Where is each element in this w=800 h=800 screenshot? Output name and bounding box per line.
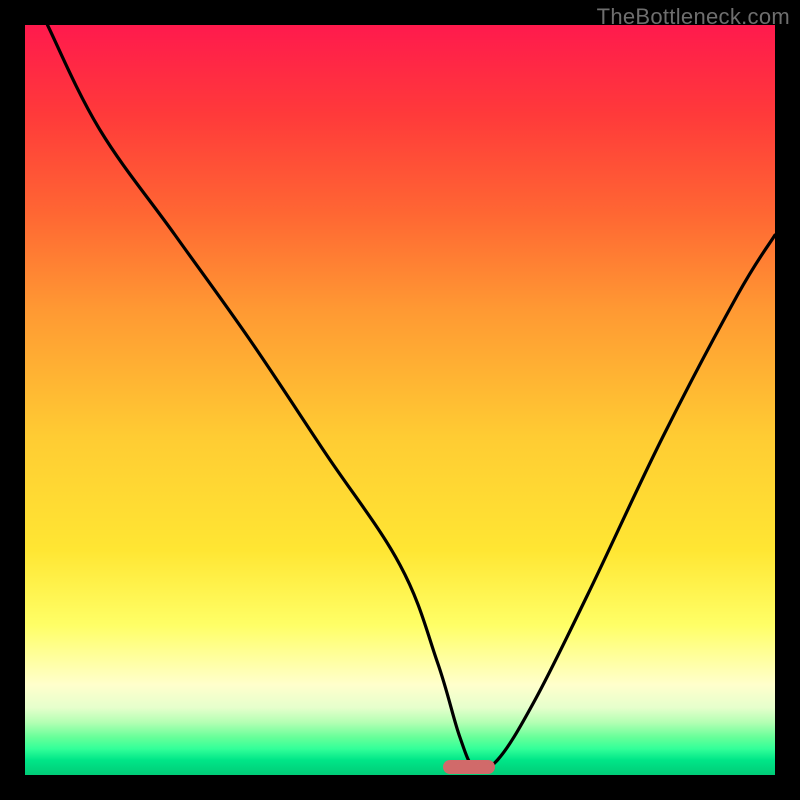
optimal-marker bbox=[443, 760, 495, 774]
gradient-background bbox=[25, 25, 775, 775]
chart-container: TheBottleneck.com bbox=[0, 0, 800, 800]
plot-area bbox=[25, 25, 775, 775]
watermark-text: TheBottleneck.com bbox=[597, 4, 790, 30]
